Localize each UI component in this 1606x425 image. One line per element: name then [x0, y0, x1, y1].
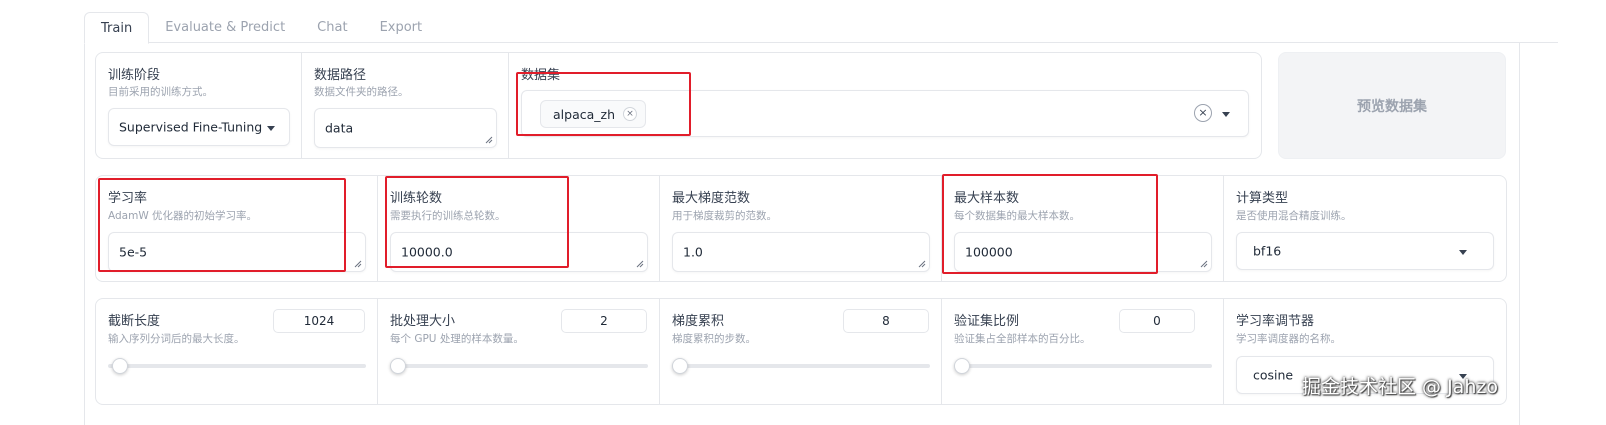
dataset-multiselect[interactable]: alpaca_zh × ×: [521, 90, 1249, 137]
learning-rate-label: 学习率: [108, 191, 148, 206]
dataset-chip: alpaca_zh ×: [540, 100, 646, 128]
tab-evaluate-predict[interactable]: Evaluate & Predict: [149, 12, 301, 44]
compute-type-dropdown[interactable]: bf16: [1236, 232, 1494, 270]
grad-accum-cell: 梯度累积 梯度累积的步数。 8: [660, 299, 942, 404]
stage-label: 训练阶段: [108, 68, 161, 83]
epochs-cell: 训练轮数 需要执行的训练总轮数。 10000.0: [378, 176, 660, 281]
lr-scheduler-info: 学习率调度器的名称。: [1236, 333, 1341, 345]
dataset-dir-value: data: [325, 120, 354, 136]
preview-dataset-button[interactable]: 预览数据集: [1278, 52, 1506, 159]
grad-accum-label: 梯度累积: [672, 314, 725, 329]
learning-rate-cell: 学习率 AdamW 优化器的初始学习率。 5e-5: [96, 176, 378, 281]
val-size-info: 验证集占全部样本的百分比。: [954, 333, 1091, 345]
watermark-text: 掘金技术社区 @ Jahzo: [1302, 376, 1498, 398]
batch-size-info: 每个 GPU 处理的样本数量。: [390, 333, 524, 345]
max-samples-cell: 最大样本数 每个数据集的最大样本数。 100000: [942, 176, 1224, 281]
stage-info: 目前采用的训练方式。: [108, 86, 213, 98]
dataset-dir-info: 数据文件夹的路径。: [314, 86, 409, 98]
grad-accum-info: 梯度累积的步数。: [672, 333, 756, 345]
batch-size-label: 批处理大小: [390, 314, 456, 329]
epochs-label: 训练轮数: [390, 191, 443, 206]
lr-scheduler-label: 学习率调节器: [1236, 314, 1315, 329]
resize-grip-icon[interactable]: [918, 260, 926, 268]
learning-rate-info: AdamW 优化器的初始学习率。: [108, 210, 258, 222]
stage-cell: 训练阶段 目前采用的训练方式。 Supervised Fine-Tuning: [96, 53, 302, 158]
grad-accum-slider-thumb[interactable]: [672, 358, 688, 374]
tab-export[interactable]: Export: [364, 12, 439, 44]
val-size-label: 验证集比例: [954, 314, 1020, 329]
stage-dropdown[interactable]: Supervised Fine-Tuning: [108, 108, 290, 146]
compute-type-cell: 计算类型 是否使用混合精度训练。 bf16: [1224, 176, 1506, 281]
resize-grip-icon[interactable]: [636, 260, 644, 268]
dataset-label: 数据集: [521, 68, 561, 83]
chip-remove-icon[interactable]: ×: [623, 107, 637, 121]
dataset-dir-cell: 数据路径 数据文件夹的路径。 data: [302, 53, 509, 158]
val-size-slider-thumb[interactable]: [954, 358, 970, 374]
dataset-cell: 数据集 alpaca_zh × ×: [509, 53, 1261, 158]
batch-size-slider-track[interactable]: [390, 364, 648, 368]
batch-size-slider-thumb[interactable]: [390, 358, 406, 374]
batch-size-number[interactable]: 2: [561, 309, 647, 333]
cutoff-len-number[interactable]: 1024: [273, 309, 365, 333]
lr-scheduler-value: cosine: [1253, 367, 1294, 383]
resize-grip-icon[interactable]: [1200, 260, 1208, 268]
tab-chat[interactable]: Chat: [301, 12, 363, 44]
val-size-number[interactable]: 0: [1119, 309, 1195, 333]
epochs-info: 需要执行的训练总轮数。: [390, 210, 506, 222]
dataset-dir-label: 数据路径: [314, 68, 367, 83]
max-grad-norm-input[interactable]: 1.0: [672, 232, 930, 272]
epochs-input[interactable]: 10000.0: [390, 232, 648, 272]
data-settings-group: 训练阶段 目前采用的训练方式。 Supervised Fine-Tuning 数…: [95, 52, 1262, 159]
compute-type-label: 计算类型: [1236, 191, 1289, 206]
tab-train[interactable]: Train: [84, 12, 150, 44]
chevron-down-icon: [267, 126, 275, 131]
max-samples-info: 每个数据集的最大样本数。: [954, 210, 1080, 222]
cutoff-len-cell: 截断长度 输入序列分词后的最大长度。 1024: [96, 299, 378, 404]
val-size-slider-track[interactable]: [954, 364, 1212, 368]
cutoff-len-label: 截断长度: [108, 314, 161, 329]
training-params-group: 学习率 AdamW 优化器的初始学习率。 5e-5 训练轮数 需要执行的训练总轮…: [95, 175, 1507, 282]
cutoff-len-info: 输入序列分词后的最大长度。: [108, 333, 245, 345]
learning-rate-input[interactable]: 5e-5: [108, 232, 366, 272]
max-samples-input[interactable]: 100000: [954, 232, 1212, 272]
batch-params-group: 截断长度 输入序列分词后的最大长度。 1024 批处理大小 每个 GPU 处理的…: [95, 298, 1507, 405]
max-samples-label: 最大样本数: [954, 191, 1020, 206]
resize-grip-icon[interactable]: [485, 136, 493, 144]
resize-grip-icon[interactable]: [354, 260, 362, 268]
grad-accum-number[interactable]: 8: [843, 309, 929, 333]
chevron-down-icon: [1222, 112, 1230, 117]
max-grad-norm-label: 最大梯度范数: [672, 191, 751, 206]
chevron-down-icon: [1459, 250, 1467, 255]
val-size-cell: 验证集比例 验证集占全部样本的百分比。 0: [942, 299, 1224, 404]
epochs-value: 10000.0: [401, 244, 453, 260]
cutoff-len-slider-thumb[interactable]: [112, 358, 128, 374]
learning-rate-value: 5e-5: [119, 244, 148, 260]
stage-value: Supervised Fine-Tuning: [119, 119, 263, 135]
compute-type-value: bf16: [1253, 243, 1282, 259]
max-grad-norm-value: 1.0: [683, 244, 703, 260]
dataset-chip-label: alpaca_zh: [553, 106, 615, 122]
compute-type-info: 是否使用混合精度训练。: [1236, 210, 1352, 222]
dataset-dir-input[interactable]: data: [314, 108, 497, 148]
cutoff-len-slider-track[interactable]: [108, 364, 366, 368]
grad-accum-slider-track[interactable]: [672, 364, 930, 368]
clear-icon[interactable]: ×: [1194, 104, 1212, 122]
tab-bar: Train Evaluate & Predict Chat Export: [84, 12, 438, 44]
batch-size-cell: 批处理大小 每个 GPU 处理的样本数量。 2: [378, 299, 660, 404]
max-grad-norm-cell: 最大梯度范数 用于梯度裁剪的范数。 1.0: [660, 176, 942, 281]
max-grad-norm-info: 用于梯度裁剪的范数。: [672, 210, 777, 222]
max-samples-value: 100000: [965, 244, 1013, 260]
